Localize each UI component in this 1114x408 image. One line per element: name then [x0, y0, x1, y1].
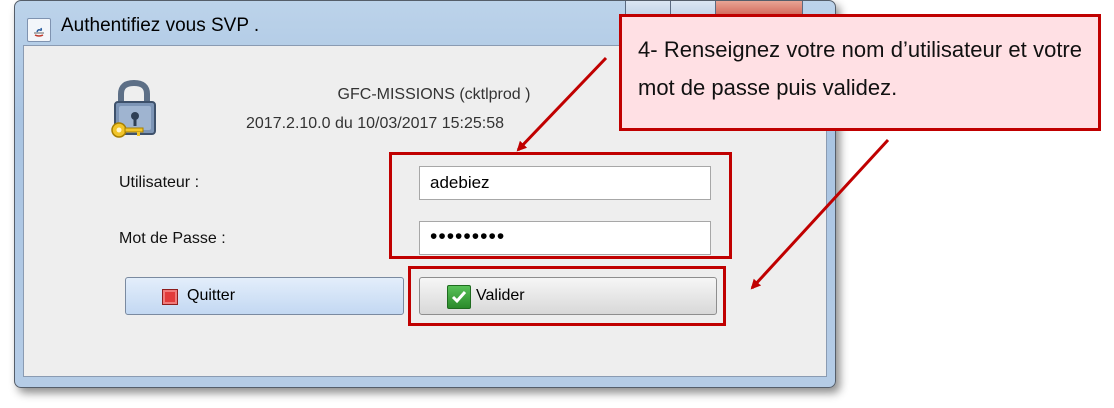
quit-button-label: Quitter — [187, 287, 236, 304]
padlock-key-icon — [107, 79, 163, 144]
callout-text: 4- Renseignez votre nom d’utilisateur et… — [638, 37, 1082, 100]
application-name: GFC-MISSIONS (cktlprod ) — [337, 86, 531, 103]
quit-button[interactable]: Quitter — [125, 277, 404, 315]
credentials-highlight-box — [389, 152, 732, 259]
password-label: Mot de Passe : — [119, 230, 226, 247]
java-app-icon — [27, 18, 51, 42]
stop-icon — [162, 289, 178, 305]
instruction-callout: 4- Renseignez votre nom d’utilisateur et… — [619, 14, 1101, 131]
user-label: Utilisateur : — [119, 174, 200, 191]
validate-highlight-box — [408, 266, 726, 326]
version-info: 2017.2.10.0 du 10/03/2017 15:25:58 — [246, 115, 505, 132]
window-title: Authentifiez vous SVP . — [61, 15, 260, 36]
